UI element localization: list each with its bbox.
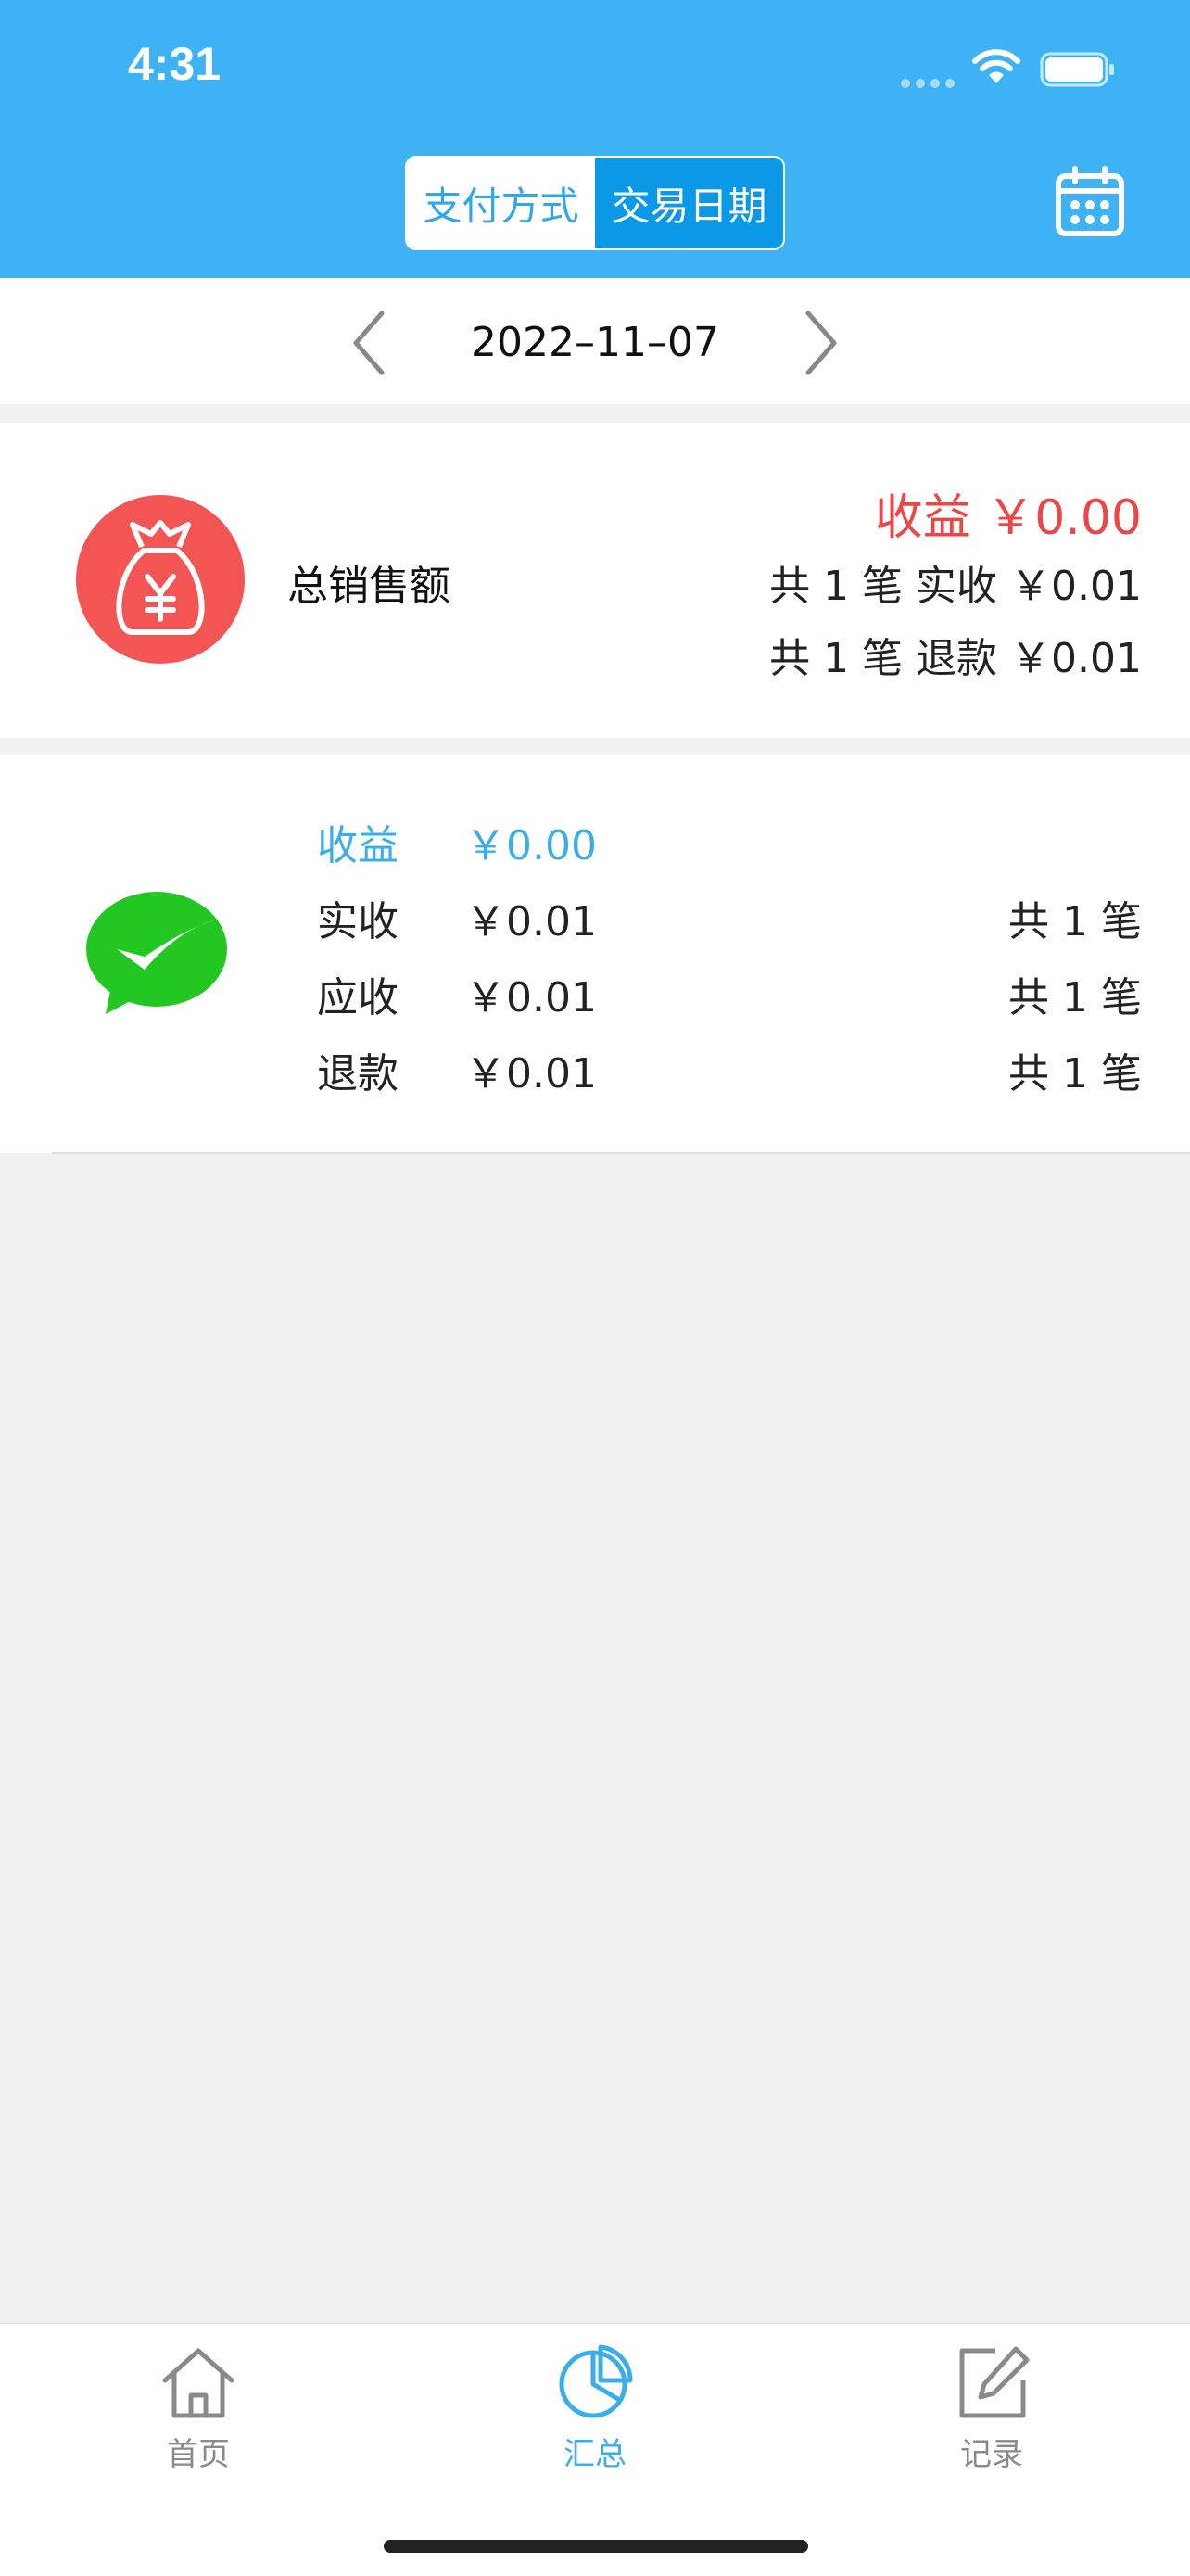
- wechat-refund-count: 共 1 笔: [1008, 1050, 1142, 1098]
- total-sales-label: 总销售额: [287, 563, 450, 610]
- previous-date-button[interactable]: [341, 306, 397, 380]
- wechat-pay-icon: [85, 890, 228, 1020]
- home-indicator: [384, 2540, 808, 2553]
- home-icon: [162, 2348, 234, 2418]
- tab-records-label: 记录: [960, 2436, 1023, 2473]
- wechat-received-amount: ￥0.01: [465, 898, 597, 945]
- tab-home-label: 首页: [167, 2436, 230, 2473]
- chevron-right-icon: [805, 311, 837, 375]
- signal-icon: [901, 74, 960, 92]
- wifi-icon: [971, 48, 1021, 89]
- pie-chart-icon: [559, 2344, 633, 2418]
- status-time: 4:31: [128, 38, 222, 90]
- wechat-receivable-row: 应收 ￥0.01: [317, 964, 597, 1023]
- divider: [52, 1152, 1190, 1154]
- tab-home[interactable]: 首页: [124, 2343, 272, 2474]
- tab-summary[interactable]: 汇总: [521, 2343, 669, 2474]
- wechat-refund-amount: ￥0.01: [465, 1050, 597, 1098]
- total-received: 共 1 笔 实收 ￥0.01: [769, 563, 1142, 610]
- calendar-icon[interactable]: [1053, 165, 1127, 243]
- wechat-refund-label: 退款: [317, 1050, 399, 1098]
- next-date-button[interactable]: [793, 306, 849, 380]
- wechat-profit-label: 收益: [317, 822, 399, 869]
- wechat-received-row: 实收 ￥0.01: [317, 888, 597, 947]
- chevron-left-icon: [353, 311, 385, 375]
- wechat-receivable-count: 共 1 笔: [1008, 974, 1142, 1022]
- segment-payment-method[interactable]: 支付方式: [407, 158, 595, 248]
- tab-summary-label: 汇总: [563, 2436, 627, 2473]
- wechat-profit-amount: ￥0.00: [465, 822, 597, 869]
- wechat-received-count: 共 1 笔: [1008, 898, 1142, 945]
- wechat-receivable-amount: ￥0.01: [465, 974, 597, 1022]
- wechat-received-label: 实收: [317, 898, 399, 945]
- total-profit: 收益 ￥0.00: [874, 490, 1142, 546]
- money-bag-icon: [76, 495, 245, 664]
- segment-transaction-date[interactable]: 交易日期: [595, 158, 783, 248]
- total-refund: 共 1 笔 退款 ￥0.01: [769, 635, 1142, 682]
- wechat-profit-row: 收益 ￥0.00: [317, 812, 597, 871]
- tab-records[interactable]: 记录: [918, 2343, 1066, 2474]
- view-mode-segment: 支付方式 交易日期: [405, 156, 785, 250]
- edit-icon: [959, 2346, 1030, 2418]
- current-date[interactable]: 2022–11–07: [436, 315, 754, 371]
- wechat-refund-row: 退款 ￥0.01: [317, 1040, 597, 1099]
- battery-icon: [1040, 52, 1116, 91]
- wechat-receivable-label: 应收: [317, 974, 399, 1022]
